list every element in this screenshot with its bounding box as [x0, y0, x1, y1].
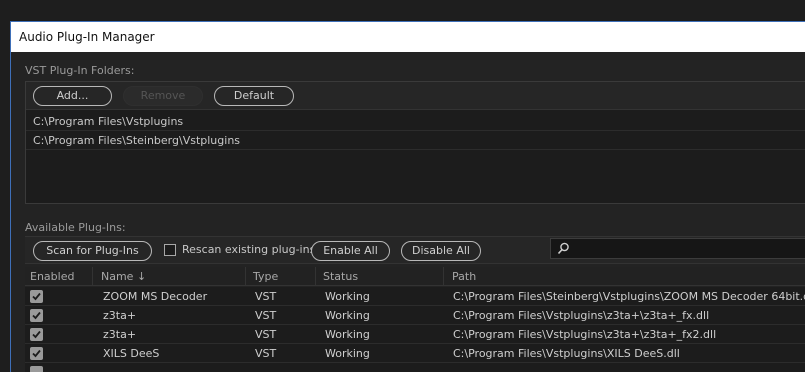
rescan-existing-label[interactable]: Rescan existing plug-ins: [182, 243, 315, 256]
column-divider[interactable]: [245, 267, 246, 286]
desktop-background-top: [0, 0, 805, 20]
audio-plugin-manager-dialog: Audio Plug-In Manager VST Plug-In Folder…: [10, 21, 805, 372]
column-name-label: Name: [101, 270, 134, 283]
column-enabled[interactable]: Enabled: [30, 270, 74, 283]
folder-list-item[interactable]: C:\Program Files\Vstplugins: [26, 112, 805, 131]
row-status: Working: [325, 309, 370, 322]
vst-folders-label: VST Plug-In Folders:: [25, 64, 135, 77]
column-path[interactable]: Path: [452, 270, 476, 283]
plugin-search-input[interactable]: [550, 238, 805, 259]
rescan-existing-checkbox[interactable]: [164, 244, 176, 256]
row-path: C:\Program Files\Vstplugins\z3ta+\z3ta+_…: [453, 309, 710, 322]
row-name: ZOOM MS Decoder: [103, 290, 208, 303]
plugin-table-header: Enabled Name ↓ Type Status Path: [25, 267, 805, 286]
row-status: Working: [325, 347, 370, 360]
enabled-checkbox[interactable]: [30, 366, 43, 372]
column-divider[interactable]: [92, 267, 93, 286]
enabled-checkbox[interactable]: [30, 309, 43, 322]
row-status: Working: [325, 290, 370, 303]
enabled-checkbox[interactable]: [30, 347, 43, 360]
enabled-checkbox[interactable]: [30, 328, 43, 341]
row-name: z3ta+: [103, 328, 137, 341]
desktop-background-left: [0, 20, 10, 372]
disable-all-button[interactable]: Disable All: [401, 241, 481, 261]
table-row[interactable]: z3ta+ VST Working C:\Program Files\Vstpl…: [25, 325, 805, 344]
row-name: XILS DeeS: [103, 347, 160, 360]
checkmark-icon: [32, 311, 41, 320]
row-path: C:\Program Files\Vstplugins\XILS DeeS.dl…: [453, 347, 680, 360]
vst-folders-panel: Add... Remove Default C:\Program Files\V…: [25, 81, 805, 204]
row-path: C:\Program Files\Steinberg\Vstplugins\ZO…: [453, 290, 805, 303]
enable-all-button[interactable]: Enable All: [311, 241, 390, 261]
dialog-title: Audio Plug-In Manager: [19, 30, 155, 44]
folder-list-item[interactable]: C:\Program Files\Steinberg\Vstplugins: [26, 131, 805, 150]
column-type[interactable]: Type: [253, 270, 278, 283]
table-row[interactable]: XILS DeeS VST Working C:\Program Files\V…: [25, 344, 805, 363]
checkmark-icon: [32, 349, 41, 358]
table-row[interactable]: ZOOM MS Decoder VST Working C:\Program F…: [25, 287, 805, 306]
scan-plugins-button[interactable]: Scan for Plug-Ins: [33, 241, 152, 261]
row-name: z3ta+: [103, 309, 137, 322]
column-name[interactable]: Name ↓: [101, 270, 146, 283]
remove-folder-button[interactable]: Remove: [123, 86, 203, 106]
default-folders-button[interactable]: Default: [214, 86, 294, 106]
table-row[interactable]: [25, 363, 805, 372]
column-status[interactable]: Status: [323, 270, 358, 283]
sort-descending-icon: ↓: [136, 270, 147, 283]
vst-folders-toolbar: Add... Remove Default: [26, 82, 805, 110]
enabled-checkbox[interactable]: [30, 290, 43, 303]
checkmark-icon: [32, 330, 41, 339]
row-type: VST: [255, 290, 277, 303]
available-plugins-label: Available Plug-Ins:: [25, 221, 126, 234]
search-icon: [557, 242, 570, 255]
table-row[interactable]: z3ta+ VST Working C:\Program Files\Vstpl…: [25, 306, 805, 325]
row-type: VST: [255, 328, 277, 341]
row-status: Working: [325, 328, 370, 341]
row-type: VST: [255, 347, 277, 360]
column-divider[interactable]: [443, 267, 444, 286]
title-bar[interactable]: Audio Plug-In Manager: [11, 22, 805, 52]
add-folder-button[interactable]: Add...: [33, 86, 112, 106]
column-divider[interactable]: [315, 267, 316, 286]
checkmark-icon: [32, 292, 41, 301]
row-path: C:\Program Files\Vstplugins\z3ta+\z3ta+_…: [453, 328, 717, 341]
row-type: VST: [255, 309, 277, 322]
